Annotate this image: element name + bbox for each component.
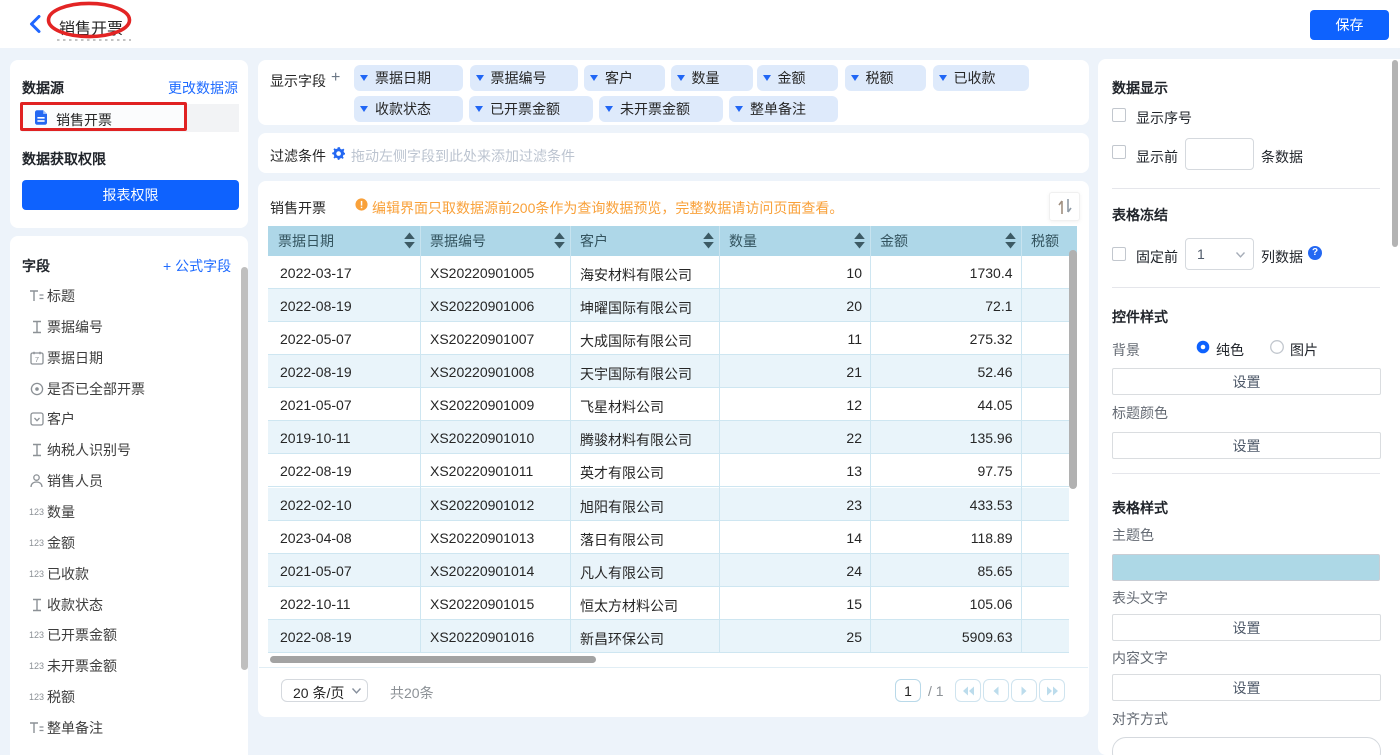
svg-text:7: 7 [34,355,38,364]
